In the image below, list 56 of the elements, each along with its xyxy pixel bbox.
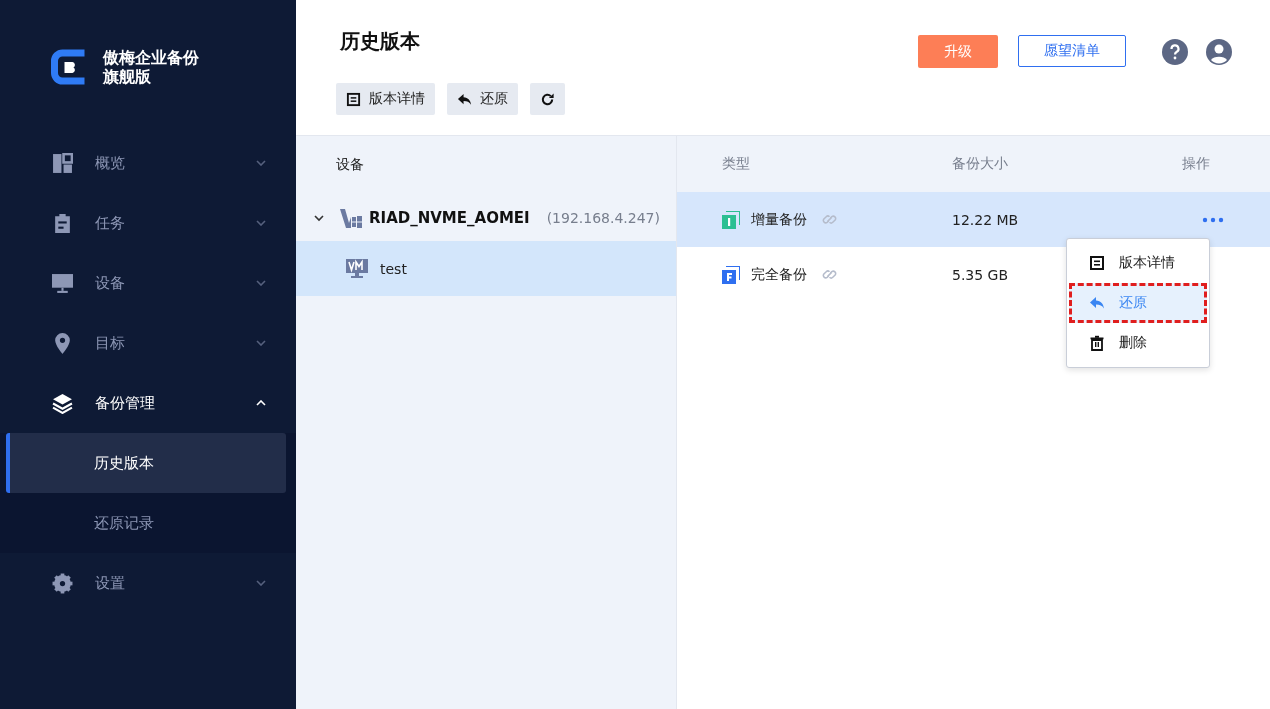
column-header: 备份大小 [952, 155, 1009, 173]
chevron-down-icon [256, 340, 266, 346]
product-name: 傲梅企业备份 旗舰版 [103, 47, 199, 86]
refresh-button[interactable] [530, 83, 565, 115]
vm-name: test [380, 260, 407, 277]
windows-server-icon [340, 207, 362, 228]
backup-type: 完全备份 [751, 265, 807, 284]
user-avatar-icon[interactable] [1206, 39, 1232, 65]
settings-icon [52, 572, 73, 594]
column-header: 类型 [721, 155, 751, 173]
chevron-down-icon [256, 580, 266, 586]
layers-icon [52, 392, 73, 414]
nav-subitem[interactable]: 还原记录 [6, 493, 286, 553]
menu-item[interactable]: 还原 [1069, 283, 1207, 323]
chevron-down-icon [256, 280, 266, 286]
backup-type: 增量备份 [751, 210, 807, 229]
document-icon [346, 91, 361, 107]
nav-item[interactable]: 备份管理 [0, 373, 296, 433]
backup-size: 5.35 GB [952, 266, 1010, 283]
device-row[interactable]: RIAD_NVME_AOMEI (192.168.4.247) [296, 194, 676, 241]
wishlist-button[interactable]: 愿望清单 [1018, 35, 1126, 67]
toolbar-button[interactable]: 还原 [447, 83, 518, 115]
help-icon[interactable] [1162, 39, 1188, 65]
reply-arrow-icon [1089, 295, 1105, 311]
nav-item[interactable]: 概览 [0, 133, 296, 193]
chevron-up-icon [256, 400, 266, 406]
device-name: RIAD_NVME_AOMEI [369, 208, 531, 227]
document-icon [1089, 255, 1105, 271]
more-icon[interactable] [1202, 216, 1224, 223]
vm-monitor-icon [346, 258, 368, 279]
incremental-backup-icon [722, 210, 740, 229]
menu-item[interactable]: 版本详情 [1069, 243, 1207, 283]
chevron-down-icon[interactable] [314, 212, 324, 223]
reply-arrow-icon [457, 91, 472, 107]
nav-item[interactable]: 目标 [0, 313, 296, 373]
nav-subitem[interactable]: 历史版本 [6, 433, 286, 493]
nav-item[interactable]: 任务 [0, 193, 296, 253]
page-title: 历史版本 [340, 28, 421, 55]
nav-item[interactable]: 设置 [0, 553, 296, 613]
clipboard-icon [52, 212, 73, 234]
full-backup-icon [722, 265, 740, 284]
monitor-icon [52, 272, 73, 294]
trash-icon [1089, 335, 1105, 351]
vm-row[interactable]: test [296, 241, 676, 296]
chevron-down-icon [256, 160, 266, 166]
refresh-icon [540, 91, 555, 107]
nav-item[interactable]: 设备 [0, 253, 296, 313]
menu-item[interactable]: 删除 [1069, 323, 1207, 363]
chevron-down-icon [256, 220, 266, 226]
ip-address: (192.168.4.247) [546, 209, 660, 226]
column-header: 设备 [335, 155, 365, 174]
backup-size: 12.22 MB [952, 211, 1020, 228]
toolbar-button[interactable]: 版本详情 [336, 83, 435, 115]
column-header: 操作 [1182, 155, 1211, 173]
location-pin-icon [52, 332, 73, 354]
dashboard-icon [52, 152, 73, 174]
